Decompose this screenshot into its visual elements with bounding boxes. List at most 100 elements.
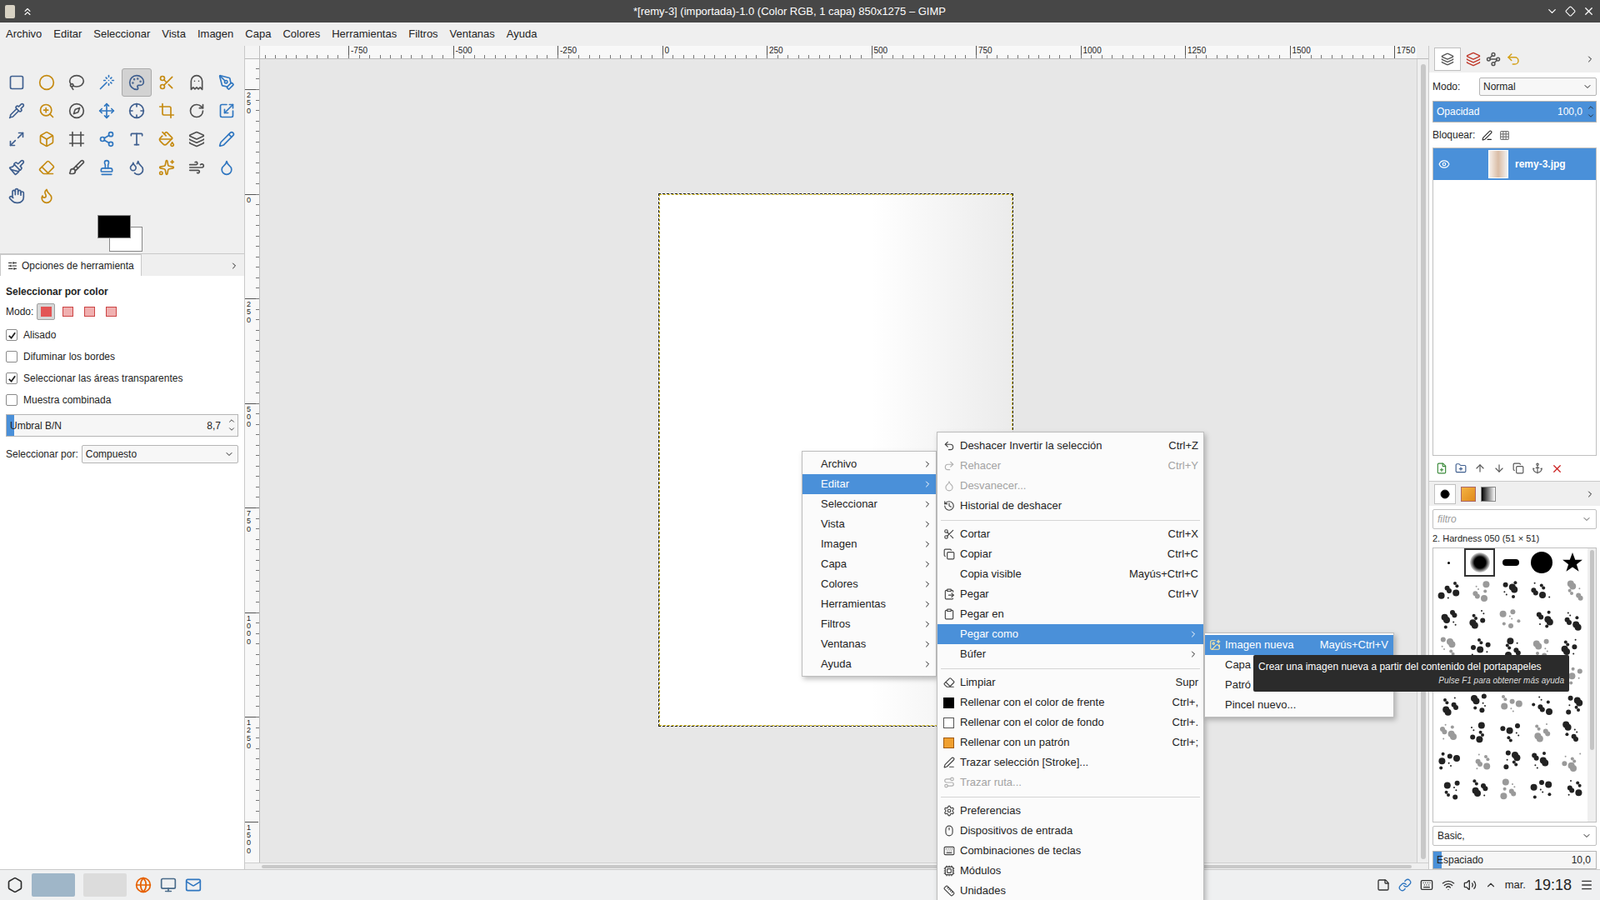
brush-item[interactable] <box>1433 548 1465 577</box>
keep-above-icon[interactable] <box>21 5 34 18</box>
lower-layer-icon[interactable] <box>1493 462 1505 475</box>
spin-up-icon[interactable] <box>1586 103 1595 112</box>
edit-menu-item[interactable]: Combinaciones de teclas <box>937 840 1204 861</box>
edit-menu-item[interactable]: Rellenar con un patrónCtrl+; <box>937 732 1204 753</box>
tool-button[interactable] <box>211 96 242 125</box>
layers-tab[interactable] <box>1434 47 1461 71</box>
brush-filter[interactable]: filtro <box>1432 509 1597 530</box>
notes-icon[interactable] <box>1376 878 1390 892</box>
tool-button[interactable] <box>1 96 32 125</box>
keyboard-icon[interactable] <box>1420 878 1434 892</box>
tool-button[interactable] <box>61 68 92 97</box>
brush-item[interactable] <box>1556 718 1588 747</box>
edit-menu-item[interactable]: Rellenar con el color de fondoCtrl+. <box>937 712 1204 733</box>
edit-menu-item[interactable]: Búfer <box>937 644 1204 665</box>
edit-menu-item[interactable]: CopiarCtrl+C <box>937 544 1204 565</box>
brush-scrollbar[interactable] <box>1587 548 1596 822</box>
task-button[interactable] <box>83 873 127 897</box>
brush-item[interactable] <box>1495 690 1526 719</box>
tool-button[interactable] <box>31 68 62 97</box>
tool-button[interactable] <box>181 68 212 97</box>
context-menu-item[interactable]: Filtros <box>802 614 936 635</box>
edit-menu-item[interactable]: CortarCtrl+X <box>937 524 1204 545</box>
edit-menu-item[interactable]: LimpiarSupr <box>937 672 1204 693</box>
brush-item[interactable] <box>1495 605 1526 634</box>
brush-item[interactable] <box>1464 718 1495 747</box>
mode-button[interactable] <box>36 303 55 320</box>
edit-menu-item[interactable]: Historial de deshacer <box>937 495 1204 516</box>
tool-button[interactable] <box>31 125 62 154</box>
select-by-dropdown[interactable]: Compuesto <box>81 445 239 464</box>
wifi-icon[interactable] <box>1441 878 1455 892</box>
menu-bar-item[interactable]: Seleccionar <box>89 23 155 45</box>
tool-button[interactable] <box>91 153 122 182</box>
brush-item[interactable] <box>1525 746 1557 775</box>
tool-button[interactable] <box>211 153 242 182</box>
brush-item[interactable] <box>1433 605 1465 634</box>
tool-button[interactable] <box>151 125 182 154</box>
tool-button[interactable] <box>1 153 32 182</box>
threshold-slider[interactable]: Umbral B/N8,7 <box>5 414 239 437</box>
brush-item[interactable] <box>1464 548 1495 577</box>
menu-bar-item[interactable]: Herramientas <box>327 23 401 45</box>
tool-button[interactable] <box>181 153 212 182</box>
brush-item[interactable] <box>1525 775 1557 804</box>
tool-button[interactable] <box>1 125 32 154</box>
checkbox-row[interactable]: Alisado <box>5 327 239 343</box>
tool-button[interactable] <box>91 68 122 97</box>
menu-bar-item[interactable]: Imagen <box>193 23 238 45</box>
context-menu-item[interactable]: Vista <box>802 514 936 535</box>
brush-item[interactable] <box>1495 548 1526 577</box>
spin-down-icon[interactable] <box>227 425 236 434</box>
context-menu-item[interactable]: Seleccionar <box>802 494 936 515</box>
undo-history-icon[interactable] <box>1505 51 1521 67</box>
tool-button[interactable] <box>31 153 62 182</box>
layer-row[interactable]: remy-3.jpg <box>1433 148 1596 180</box>
brush-item[interactable] <box>1464 775 1495 804</box>
tool-button[interactable] <box>211 125 242 154</box>
tool-button[interactable] <box>61 153 92 182</box>
paths-icon[interactable] <box>1485 51 1501 67</box>
task-button[interactable] <box>31 873 75 897</box>
context-menu-item[interactable]: Archivo <box>802 454 936 475</box>
checkbox[interactable] <box>5 350 18 363</box>
brush-item[interactable] <box>1556 605 1588 634</box>
menu-bar-item[interactable]: Archivo <box>1 23 46 45</box>
menu-bar-item[interactable]: Editar <box>49 23 86 45</box>
edit-menu-item[interactable]: Rellenar con el color de frenteCtrl+, <box>937 692 1204 713</box>
brush-item[interactable] <box>1495 718 1526 747</box>
visibility-icon[interactable] <box>1438 158 1450 170</box>
anchor-layer-icon[interactable] <box>1531 462 1544 475</box>
tool-button[interactable] <box>31 181 62 210</box>
brush-item[interactable] <box>1525 605 1557 634</box>
brush-item[interactable] <box>1433 775 1465 804</box>
network-tray-icon[interactable] <box>1398 878 1412 892</box>
panel-menu-icon[interactable] <box>229 260 240 271</box>
menu-bar-item[interactable]: Ayuda <box>502 23 542 45</box>
brush-item[interactable] <box>1433 690 1465 719</box>
delete-layer-icon[interactable] <box>1550 462 1564 475</box>
tool-button[interactable] <box>151 96 182 125</box>
brush-tag-field[interactable]: Basic, <box>1432 825 1597 846</box>
checkbox[interactable] <box>5 394 18 406</box>
launcher-icon[interactable] <box>6 876 24 894</box>
foreground-color-swatch[interactable] <box>97 215 131 239</box>
brush-item[interactable] <box>1433 746 1465 775</box>
vertical-scrollbar[interactable] <box>1416 59 1429 863</box>
menu-bar-item[interactable]: Ventanas <box>445 23 500 45</box>
duplicate-layer-icon[interactable] <box>1512 462 1525 475</box>
edit-menu-item[interactable]: Desvanecer... <box>937 475 1204 496</box>
top-ruler[interactable]: -750-500-25002505007501000125015001750 <box>260 45 1417 60</box>
context-menu-item[interactable]: Capa <box>802 554 936 575</box>
paste-as-item[interactable]: Imagen nuevaMayús+Ctrl+V <box>1205 635 1394 655</box>
dock-menu-icon[interactable] <box>1585 54 1595 65</box>
checkbox[interactable] <box>5 329 18 341</box>
menu-bar-item[interactable]: Filtros <box>404 23 442 45</box>
brush-item[interactable] <box>1525 690 1557 719</box>
brush-item[interactable] <box>1556 775 1588 804</box>
tool-button[interactable] <box>181 125 212 154</box>
panel-menu-icon[interactable] <box>1580 878 1594 892</box>
lock-pixels-icon[interactable] <box>1481 130 1493 141</box>
left-ruler[interactable]: 2500250500750100012501500 <box>245 59 260 863</box>
edit-menu-item[interactable]: Trazar ruta... <box>937 772 1204 793</box>
